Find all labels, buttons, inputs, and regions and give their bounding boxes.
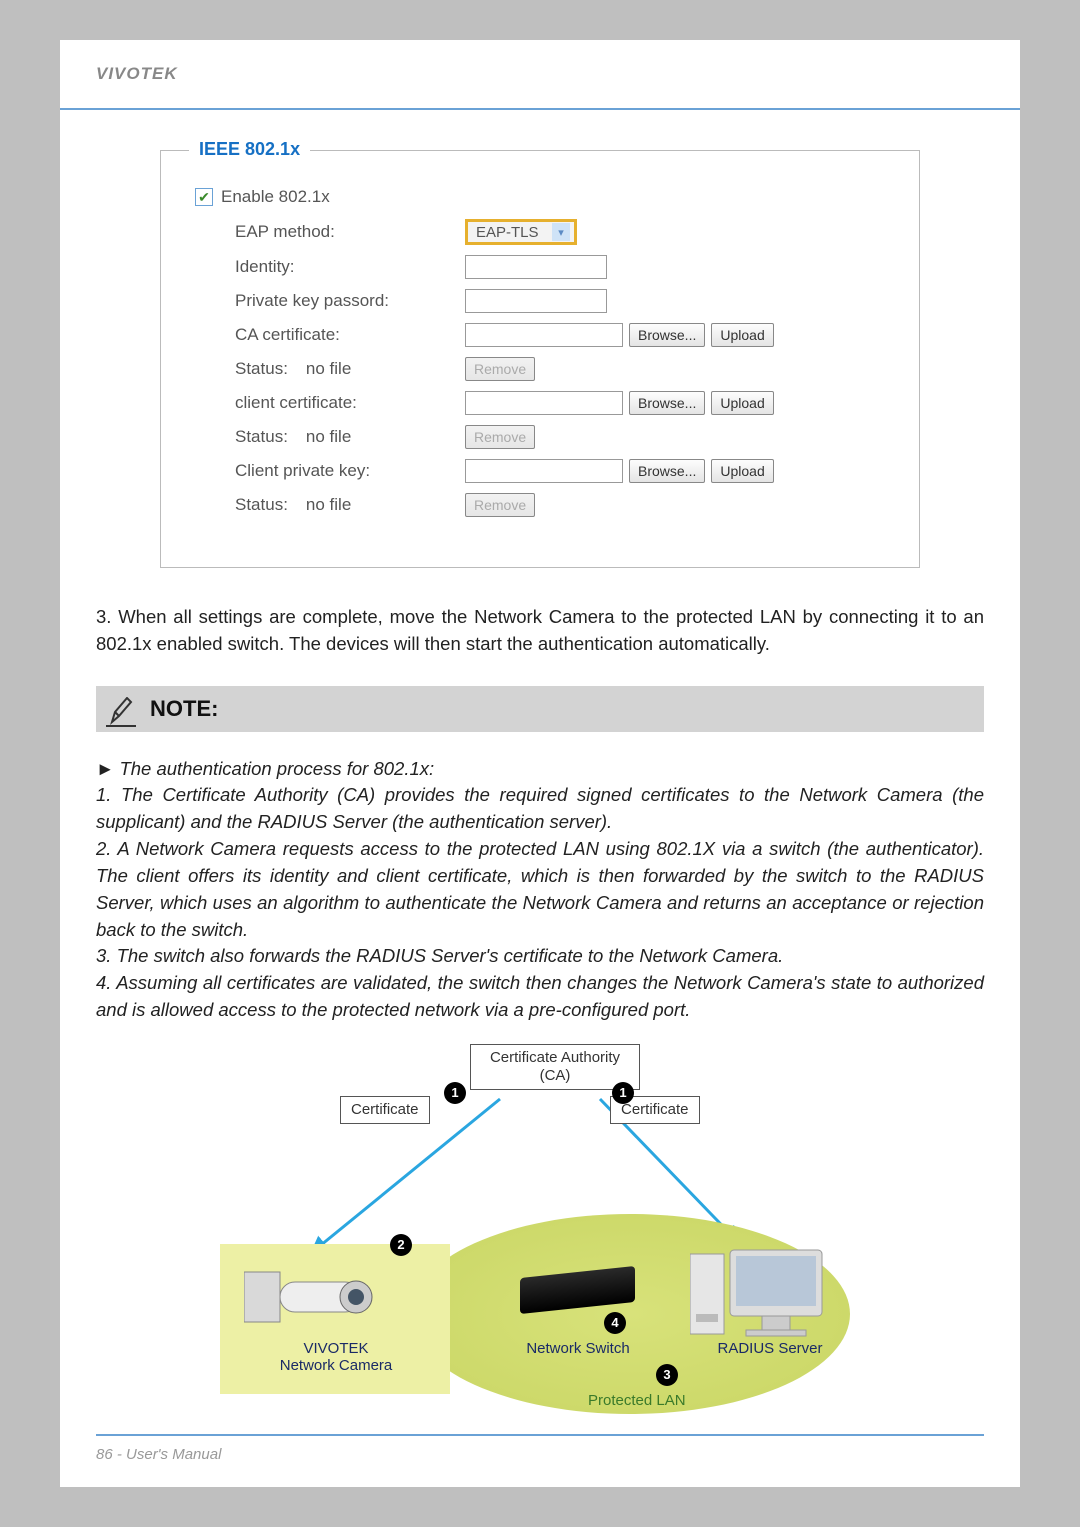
client-cert-path-input[interactable] bbox=[465, 391, 623, 415]
ca-cert-status-value: no file bbox=[306, 359, 351, 379]
switch-label: Network Switch bbox=[498, 1340, 658, 1357]
eap-method-select[interactable]: EAP-TLS ▾ bbox=[465, 219, 577, 245]
client-cert-status-value: no file bbox=[306, 427, 351, 447]
brand-text: VIVOTEK bbox=[96, 64, 178, 83]
identity-input[interactable] bbox=[465, 255, 607, 279]
client-cert-upload-button[interactable]: Upload bbox=[711, 391, 773, 415]
network-camera-icon bbox=[244, 1262, 384, 1337]
client-cert-label: client certificate: bbox=[195, 393, 465, 413]
private-key-pass-label: Private key passord: bbox=[195, 291, 465, 311]
client-cert-status-label: Status: bbox=[235, 427, 288, 447]
private-key-pass-input[interactable] bbox=[465, 289, 607, 313]
ca-cert-label: CA certificate: bbox=[195, 325, 465, 345]
page-footer: 86 - User's Manual bbox=[96, 1434, 984, 1463]
client-key-path-input[interactable] bbox=[465, 459, 623, 483]
badge-1-right: 1 bbox=[612, 1082, 634, 1104]
enable-8021x-row: ✔ Enable 802.1x bbox=[195, 187, 885, 207]
chevron-down-icon: ▾ bbox=[552, 223, 570, 241]
client-key-remove-button[interactable]: Remove bbox=[465, 493, 535, 517]
camera-label: VIVOTEK Network Camera bbox=[256, 1340, 416, 1374]
client-key-status-label: Status: bbox=[235, 495, 288, 515]
note-item-4: 4. Assuming all certificates are validat… bbox=[96, 970, 984, 1024]
note-title: NOTE: bbox=[150, 696, 218, 722]
client-key-upload-button[interactable]: Upload bbox=[711, 459, 773, 483]
ca-cert-remove-button[interactable]: Remove bbox=[465, 357, 535, 381]
protected-lan-label: Protected LAN bbox=[588, 1392, 686, 1409]
note-body: ► The authentication process for 802.1x:… bbox=[96, 756, 984, 1024]
ca-cert-status-label: Status: bbox=[235, 359, 288, 379]
eap-method-label: EAP method: bbox=[195, 222, 465, 242]
auth-diagram: Protected LAN Certificate Authority (CA)… bbox=[220, 1044, 860, 1434]
enable-8021x-label: Enable 802.1x bbox=[221, 187, 330, 207]
radius-label: RADIUS Server bbox=[690, 1340, 850, 1357]
certificate-left-box: Certificate bbox=[340, 1096, 430, 1124]
footer-text: 86 - User's Manual bbox=[96, 1446, 221, 1463]
page-content: IEEE 802.1x ✔ Enable 802.1x EAP method: … bbox=[60, 110, 1020, 1434]
badge-4: 4 bbox=[604, 1312, 626, 1334]
enable-8021x-checkbox[interactable]: ✔ bbox=[195, 188, 213, 206]
client-cert-browse-button[interactable]: Browse... bbox=[629, 391, 705, 415]
ca-box: Certificate Authority (CA) bbox=[470, 1044, 640, 1090]
pencil-icon bbox=[106, 691, 136, 727]
ca-cert-upload-button[interactable]: Upload bbox=[711, 323, 773, 347]
note-item-3: 3. The switch also forwards the RADIUS S… bbox=[96, 943, 984, 970]
client-key-status-value: no file bbox=[306, 495, 351, 515]
client-key-browse-button[interactable]: Browse... bbox=[629, 459, 705, 483]
brand-header: VIVOTEK bbox=[60, 40, 1020, 110]
eap-method-value: EAP-TLS bbox=[476, 224, 539, 241]
ca-cert-browse-button[interactable]: Browse... bbox=[629, 323, 705, 347]
client-key-label: Client private key: bbox=[195, 461, 465, 481]
note-heading: ► The authentication process for 802.1x: bbox=[96, 756, 984, 783]
badge-2: 2 bbox=[390, 1234, 412, 1256]
step-3-text: 3. When all settings are complete, move … bbox=[96, 604, 984, 658]
radius-server-icon bbox=[690, 1244, 830, 1349]
ca-cert-path-input[interactable] bbox=[465, 323, 623, 347]
ieee-8021x-panel: IEEE 802.1x ✔ Enable 802.1x EAP method: … bbox=[160, 150, 920, 568]
badge-3: 3 bbox=[656, 1364, 678, 1386]
note-header: NOTE: bbox=[96, 686, 984, 732]
panel-legend: IEEE 802.1x bbox=[189, 139, 310, 160]
note-item-1: 1. The Certificate Authority (CA) provid… bbox=[96, 782, 984, 836]
identity-label: Identity: bbox=[195, 257, 465, 277]
client-cert-remove-button[interactable]: Remove bbox=[465, 425, 535, 449]
document-page: VIVOTEK IEEE 802.1x ✔ Enable 802.1x EAP … bbox=[60, 40, 1020, 1487]
note-item-2: 2. A Network Camera requests access to t… bbox=[96, 836, 984, 943]
badge-1-left: 1 bbox=[444, 1082, 466, 1104]
